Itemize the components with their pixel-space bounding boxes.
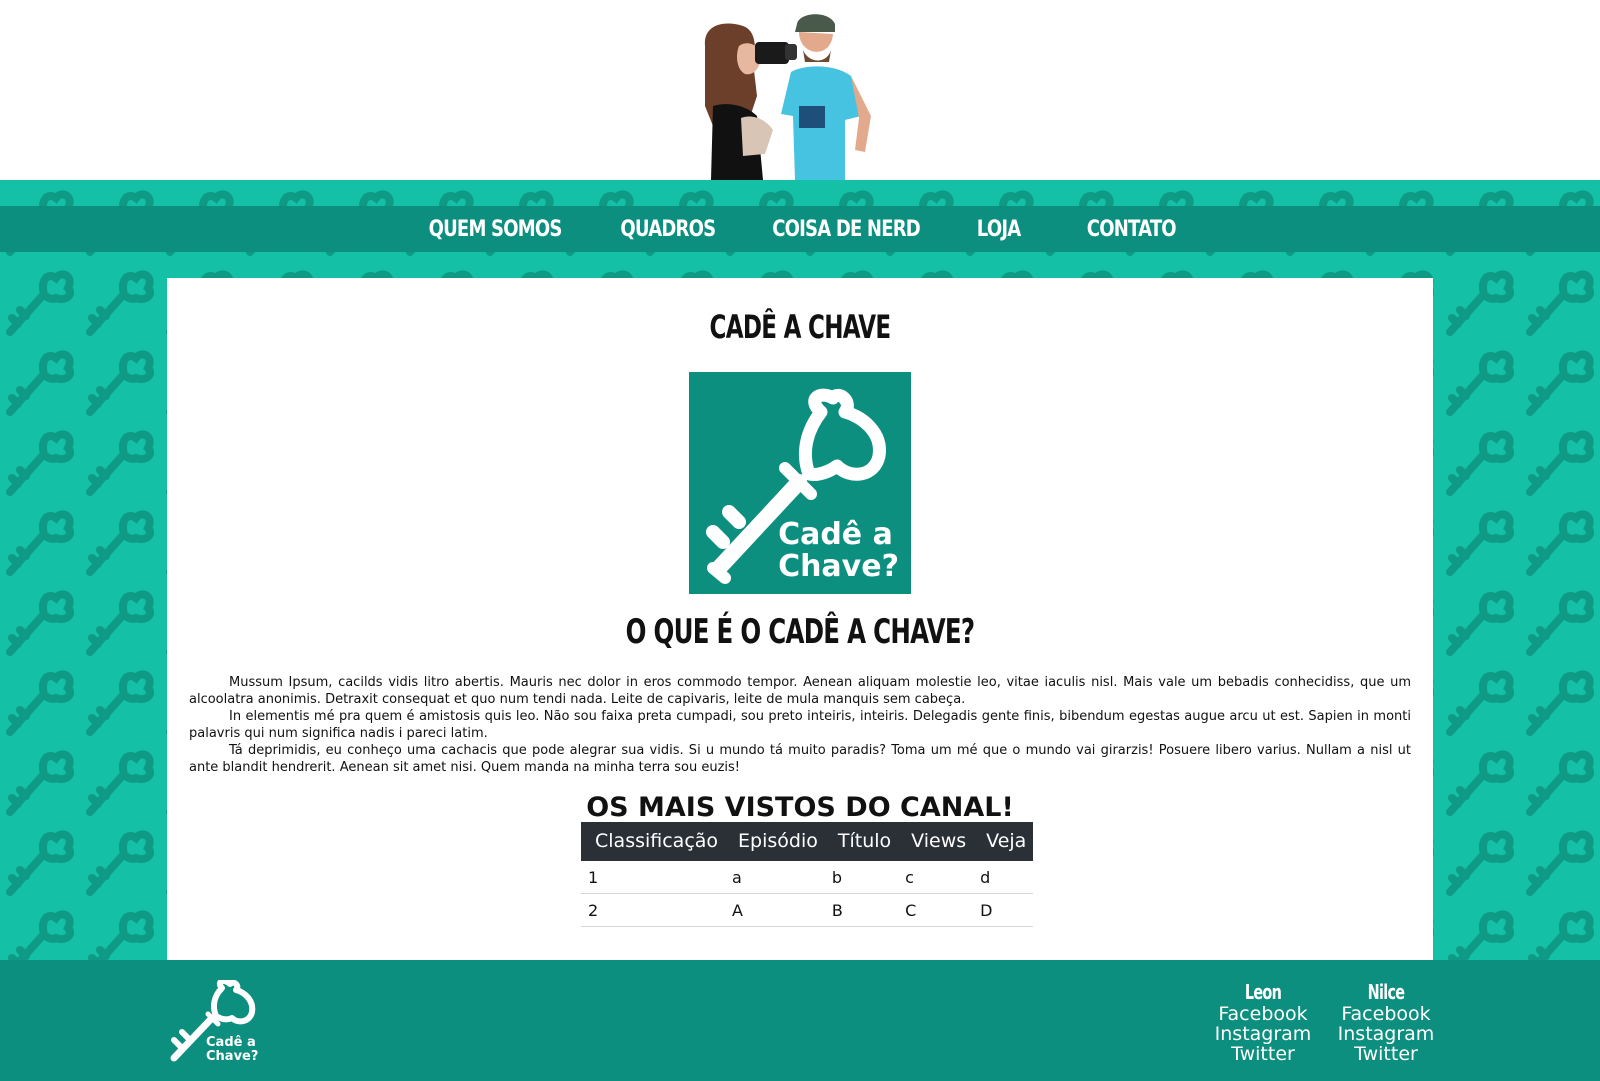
nav-item-coisa-de-nerd[interactable]: COISA DE NERD xyxy=(762,217,929,242)
table-cell: a xyxy=(725,861,825,894)
table-cell: 2 xyxy=(581,893,726,927)
intro-paragraph: In elementis mé pra quem é amistosis qui… xyxy=(189,709,1411,741)
intro-text: Mussum Ipsum, cacilds vidis litro aberti… xyxy=(189,674,1411,776)
nav-item-contato[interactable]: CONTATO xyxy=(1077,217,1186,242)
intro-paragraph: Tá deprimidis, eu conheço uma cachacis q… xyxy=(189,743,1411,775)
column-header-titulo: Título xyxy=(824,822,899,861)
column-header-veja: Veja xyxy=(973,822,1034,861)
facebook-link[interactable]: Facebook xyxy=(1203,1004,1323,1024)
table-row: 2 A B C D xyxy=(581,893,1034,927)
table-title: OS MAIS VISTOS DO CANAL! xyxy=(586,792,1014,823)
site-footer: Cadê a Chave? Leon Facebook Instagram Tw… xyxy=(0,960,1600,1081)
table-cell: 1 xyxy=(581,861,726,894)
nav-list: QUEM SOMOS QUADROS COISA DE NERD LOJA CO… xyxy=(0,206,1600,252)
twitter-link[interactable]: Twitter xyxy=(1326,1044,1446,1064)
nav-item-quem-somos[interactable]: QUEM SOMOS xyxy=(419,217,572,242)
intro-paragraph: Mussum Ipsum, cacilds vidis litro aberti… xyxy=(189,675,1411,707)
table-cell: b xyxy=(824,861,899,894)
table-header-row: Classificação Episódio Título Views Veja xyxy=(581,822,1034,861)
column-header-classificacao: Classificação xyxy=(581,822,726,861)
nav-item-loja[interactable]: LOJA xyxy=(967,217,1030,242)
twitter-link[interactable]: Twitter xyxy=(1203,1044,1323,1064)
table-cell: C xyxy=(898,893,974,927)
table-row: 1 a b c d xyxy=(581,861,1034,894)
social-column-nilce: Nilce Facebook Instagram Twitter xyxy=(1326,980,1446,1064)
section-title: O QUE É O CADÊ A CHAVE? xyxy=(625,612,976,652)
social-column-leon: Leon Facebook Instagram Twitter xyxy=(1203,980,1323,1064)
most-viewed-table: Classificação Episódio Título Views Veja… xyxy=(581,822,1034,927)
table-cell[interactable]: d xyxy=(973,861,1034,894)
main-content: CADÊ A CHAVE Cadê a Chave? O QUE É O CAD… xyxy=(167,278,1433,960)
logo-caption: Cadê a Chave? xyxy=(778,517,899,584)
main-nav: QUEM SOMOS QUADROS COISA DE NERD LOJA CO… xyxy=(0,206,1600,252)
page-title: CADÊ A CHAVE xyxy=(709,308,892,346)
social-name: Leon xyxy=(1244,980,1282,1004)
instagram-link[interactable]: Instagram xyxy=(1203,1024,1323,1044)
cade-a-chave-logo: Cadê a Chave? xyxy=(689,372,911,594)
social-name: Nilce xyxy=(1367,980,1405,1004)
facebook-link[interactable]: Facebook xyxy=(1326,1004,1446,1024)
table-cell: A xyxy=(725,893,825,927)
nav-item-quadros[interactable]: QUADROS xyxy=(611,217,726,242)
column-header-views: Views xyxy=(898,822,974,861)
site-header xyxy=(0,0,1600,180)
table-cell: c xyxy=(898,861,974,894)
instagram-link[interactable]: Instagram xyxy=(1326,1024,1446,1044)
footer-logo-caption: Cadê a Chave? xyxy=(206,1035,259,1064)
hosts-illustration xyxy=(704,14,871,180)
table-cell: B xyxy=(824,893,899,927)
column-header-episodio: Episódio xyxy=(725,822,825,861)
table-cell[interactable]: D xyxy=(973,893,1034,927)
